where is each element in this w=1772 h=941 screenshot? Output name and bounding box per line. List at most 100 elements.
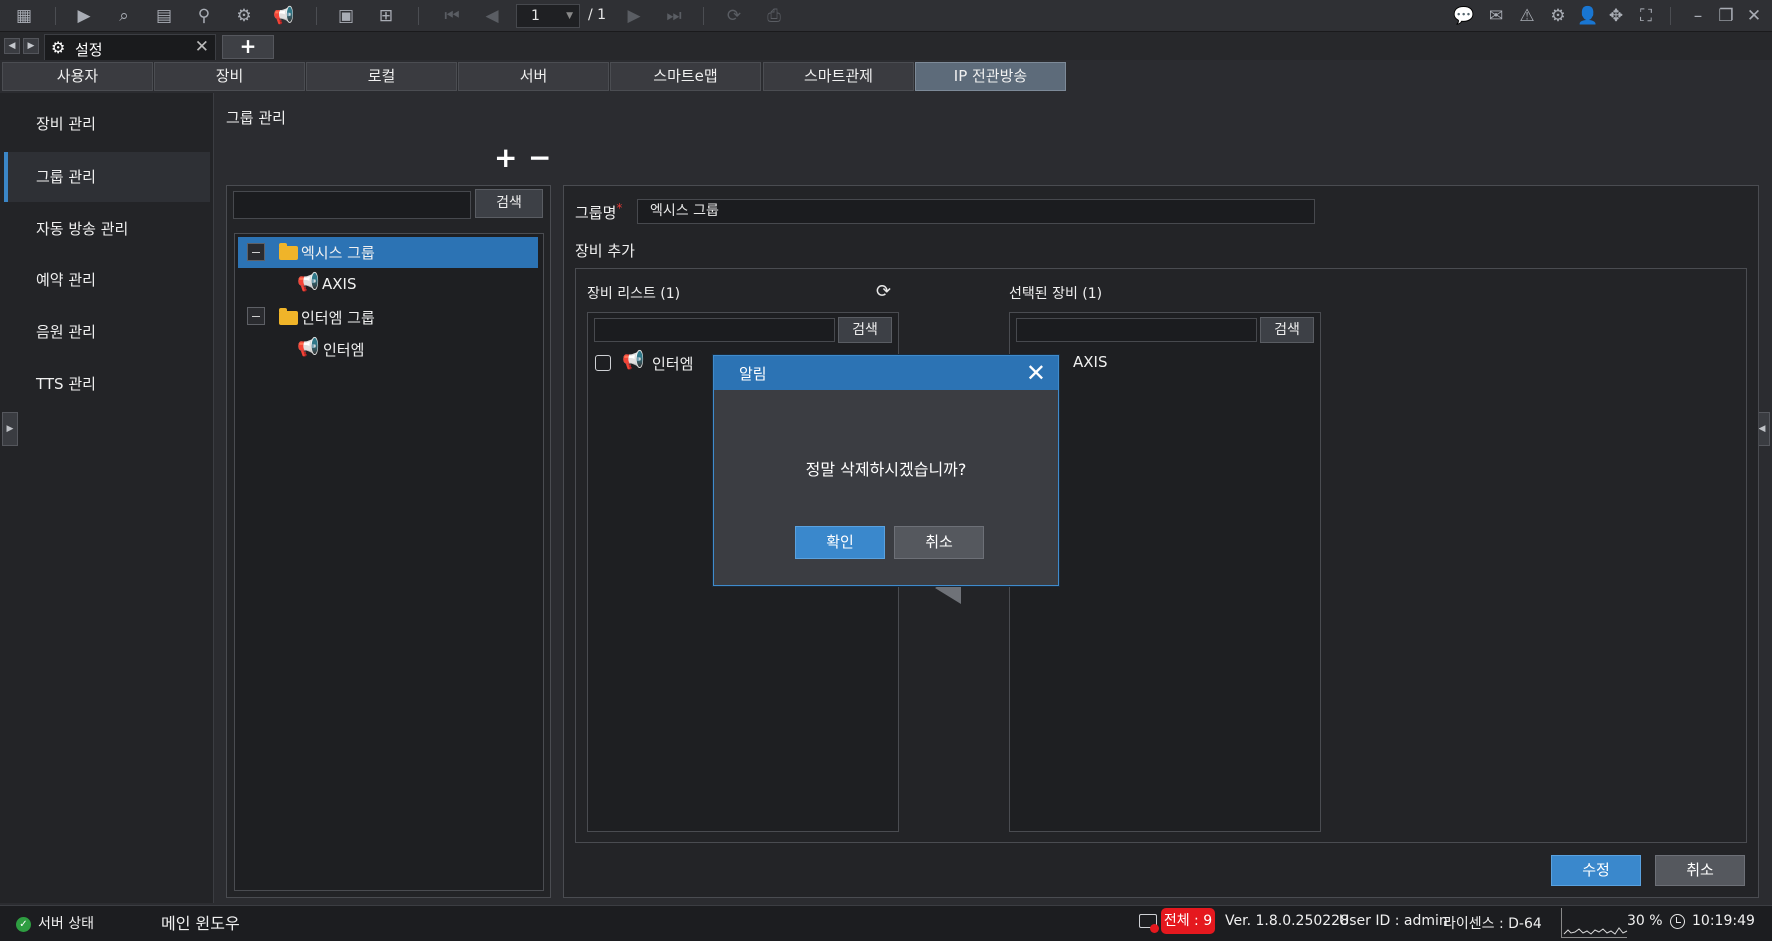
tree-device-axis[interactable]: AXIS (322, 275, 356, 293)
minimize-icon[interactable]: – (1686, 5, 1710, 27)
user-search-icon[interactable]: ⚲ (192, 5, 216, 27)
add-group-button[interactable]: + (494, 144, 517, 172)
gear-icon: ⚙ (51, 38, 66, 57)
tab-users[interactable]: 사용자 (2, 62, 153, 91)
collapse-icon[interactable] (247, 307, 265, 325)
close-icon[interactable]: ✕ (195, 37, 209, 57)
clock-time: 10:19:49 (1692, 913, 1755, 929)
device-list-search-button[interactable]: 검색 (838, 317, 892, 343)
add-layout-icon[interactable]: ⊞ (374, 5, 398, 27)
tab-devices[interactable]: 장비 (154, 62, 305, 91)
tab-scroll-right-icon[interactable]: ▶ (23, 38, 39, 54)
prev-page-icon[interactable]: ◀ (480, 5, 504, 27)
tab-smart-emap[interactable]: 스마트e맵 (610, 62, 761, 91)
group-name-label: 그룹명* (575, 201, 622, 223)
required-mark: * (616, 201, 623, 215)
folder-icon (279, 243, 298, 260)
fullscreen-icon[interactable]: ⛶ (1634, 5, 1658, 27)
snapshot-icon[interactable]: ⎙ (762, 5, 786, 27)
tree-group-interm[interactable]: 인터엠 그룹 (301, 307, 375, 328)
camera-icon[interactable]: ⚙ (232, 5, 256, 27)
clock-icon (1670, 914, 1685, 929)
network-alert-dot (1150, 924, 1159, 933)
cpu-graph-line (1563, 927, 1628, 935)
device-list-search-input[interactable] (594, 318, 835, 342)
device-list-item[interactable]: 인터엠 (652, 353, 693, 374)
restore-icon[interactable]: ❐ (1714, 5, 1738, 27)
toolbar-separator (703, 7, 704, 25)
menu-item-group-management[interactable]: 그룹 관리 (4, 152, 210, 202)
dialog-message: 정말 삭제하시겠습니까? (805, 460, 967, 479)
group-name-label-text: 그룹명 (575, 204, 617, 222)
next-page-icon[interactable]: ▶ (622, 5, 646, 27)
cancel-button[interactable]: 취소 (1655, 855, 1745, 886)
settings-icon[interactable]: ⚙ (1546, 5, 1570, 27)
group-search-input[interactable] (233, 191, 471, 219)
chat-icon[interactable]: 💬 (1452, 5, 1476, 27)
license-text: 라이센스 : D-64 (1443, 916, 1542, 932)
selected-device-label: 선택된 장비 (1) (1009, 286, 1103, 302)
menu-item-sound-source[interactable]: 음원 관리 (4, 307, 210, 357)
first-page-icon[interactable]: ⏮ (440, 5, 464, 27)
page-number-value: 1 (531, 8, 540, 24)
speaker-icon: 📢 (297, 272, 320, 293)
toolbar-separator (316, 7, 317, 25)
add-tab-button[interactable]: + (222, 35, 274, 59)
refresh-icon[interactable]: ⟳ (722, 5, 746, 27)
confirm-button[interactable]: 확인 (795, 526, 885, 559)
group-tree (234, 233, 544, 891)
refresh-icon[interactable]: ⟳ (876, 281, 891, 302)
device-checkbox[interactable] (595, 355, 611, 371)
close-icon[interactable]: ✕ (1026, 359, 1046, 387)
group-search-button[interactable]: 검색 (475, 189, 543, 218)
add-device-label: 장비 추가 (575, 242, 635, 260)
tab-server[interactable]: 서버 (458, 62, 609, 91)
event-log-icon[interactable]: ▤ (152, 5, 176, 27)
play-video-icon[interactable]: ▶ (72, 5, 96, 27)
tab-smart-control[interactable]: 스마트관제 (763, 62, 914, 91)
group-name-input[interactable]: 엑시스 그룹 (637, 199, 1315, 224)
selected-search-button[interactable]: 검색 (1260, 317, 1314, 343)
remove-group-button[interactable]: − (528, 144, 551, 172)
menu-item-device-management[interactable]: 장비 관리 (4, 99, 210, 149)
user-id-text: User ID : admin (1339, 913, 1448, 929)
toolbar-separator (1670, 7, 1671, 25)
page-number-input[interactable]: 1 ▼ (516, 4, 580, 28)
search-playback-icon[interactable]: ⌕ (112, 5, 136, 27)
user-icon[interactable]: 👤 (1576, 5, 1600, 27)
selected-search-input[interactable] (1016, 318, 1257, 342)
tab-ip-broadcast[interactable]: IP 전관방송 (915, 62, 1066, 91)
speaker-icon: 📢 (297, 337, 320, 358)
chevron-down-icon: ▼ (566, 11, 573, 21)
dialog-cancel-button[interactable]: 취소 (894, 526, 984, 559)
tree-group-axis[interactable]: 엑시스 그룹 (301, 242, 375, 263)
broadcast-icon[interactable]: 📢 (272, 5, 296, 27)
expand-left-panel-icon[interactable]: ▶ (2, 412, 18, 446)
confirm-dialog: 알림 ✕ 정말 삭제하시겠습니까? 확인 취소 (713, 355, 1059, 586)
collapse-icon[interactable] (247, 243, 265, 261)
status-badge[interactable]: 전체 : 9 (1161, 908, 1215, 934)
layout-icon[interactable]: ▣ (334, 5, 358, 27)
menu-item-tts[interactable]: TTS 관리 (4, 359, 210, 409)
tab-settings-label: 설정 (75, 41, 103, 59)
move-icon[interactable]: ✥ (1604, 5, 1628, 27)
grid-menu-icon[interactable]: ▦ (12, 5, 36, 27)
main-window-label: 메인 윈도우 (161, 914, 240, 933)
tab-settings[interactable]: ⚙ 설정 ✕ (44, 34, 216, 60)
close-window-icon[interactable]: ✕ (1742, 5, 1766, 27)
modify-button[interactable]: 수정 (1551, 855, 1641, 886)
alarm-icon[interactable]: ⚠ (1515, 5, 1539, 27)
message-icon[interactable]: ✉ (1484, 5, 1508, 27)
menu-item-reservation[interactable]: 예약 관리 (4, 255, 210, 305)
tab-scroll-left-icon[interactable]: ◀ (4, 38, 20, 54)
last-page-icon[interactable]: ⏭ (662, 5, 686, 27)
toolbar-separator (55, 7, 56, 25)
server-status[interactable]: 서버 상태 (38, 913, 94, 933)
check-icon: ✓ (16, 917, 31, 932)
tab-local[interactable]: 로컬 (306, 62, 457, 91)
menu-item-auto-broadcast[interactable]: 자동 방송 관리 (4, 204, 210, 254)
tree-device-interm[interactable]: 인터엠 (323, 339, 364, 360)
cpu-graph (1561, 908, 1628, 938)
folder-icon (279, 308, 298, 325)
selected-device-item[interactable]: AXIS (1073, 353, 1107, 371)
